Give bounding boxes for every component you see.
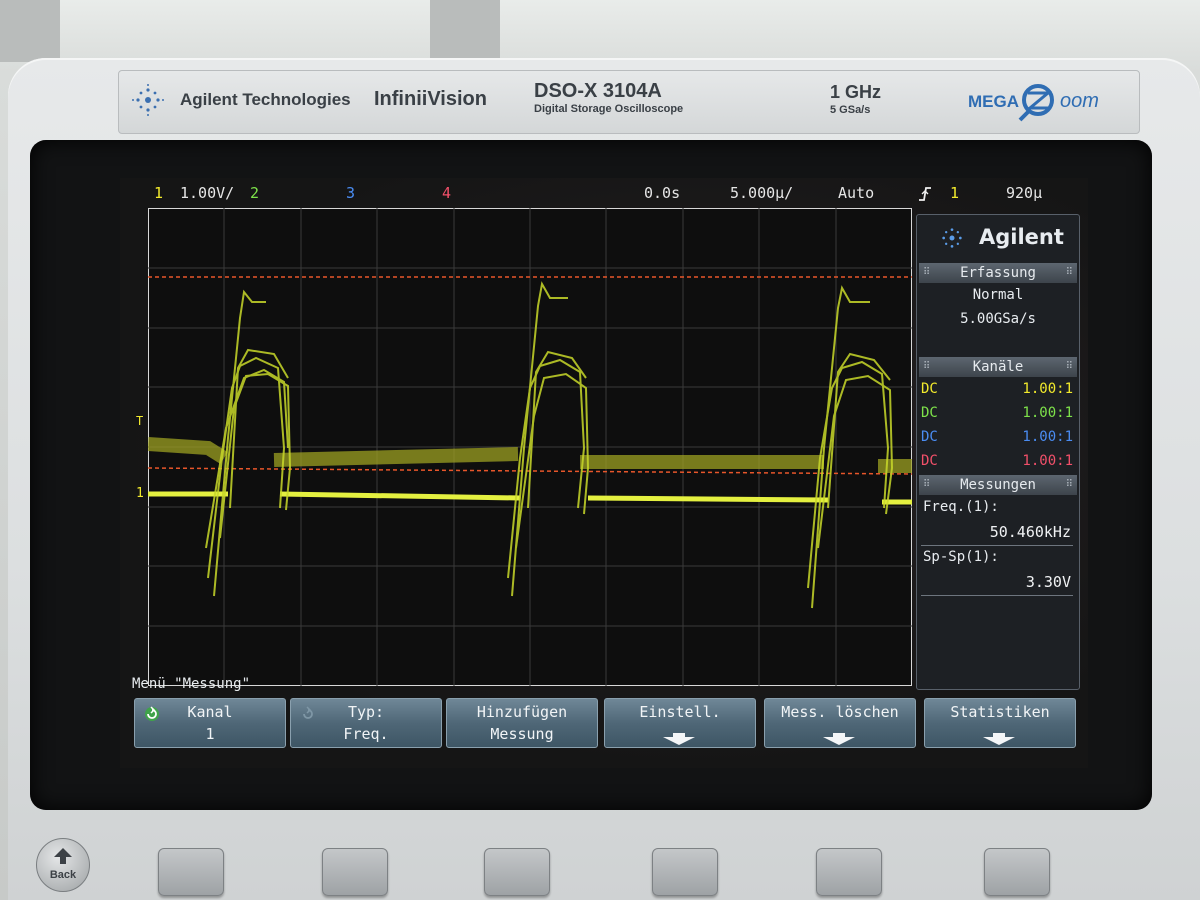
ch2-number[interactable]: 2 xyxy=(250,184,259,202)
trigger-level[interactable]: 920µ xyxy=(1006,184,1042,202)
waveform-graticule xyxy=(148,208,912,686)
megazoom-logo: MEGA oom xyxy=(966,80,1116,124)
ch4-number[interactable]: 4 xyxy=(442,184,451,202)
trigger-level-marker[interactable]: T xyxy=(136,414,143,428)
rising-edge-trigger-icon xyxy=(919,187,931,201)
softkey-einstell[interactable]: Einstell. xyxy=(604,698,756,748)
submenu-arrow-icon xyxy=(663,733,695,745)
softkey-label: Kanal xyxy=(187,703,233,721)
measurements-header[interactable]: ⠿ Messungen ⠿ xyxy=(919,475,1077,495)
softkey-statistiken[interactable]: Statistiken xyxy=(924,698,1076,748)
oscilloscope-display: 1 1.00V/ 2 3 4 0.0s 5.000µ/ Auto 1 920µ xyxy=(120,178,1088,768)
probe-ratio: 1.00:1 xyxy=(1022,429,1073,445)
probe-ratio: 1.00:1 xyxy=(1022,381,1073,397)
channel-row-1[interactable]: DC 1.00:1 xyxy=(921,379,1073,401)
measurement-divider xyxy=(921,595,1073,596)
softkey-mess-loeschen[interactable]: Mess. löschen xyxy=(764,698,916,748)
acquisition-rate: 5.00GSa/s xyxy=(960,311,1036,327)
logo-mega-text: MEGA xyxy=(968,92,1019,111)
hardware-softkey-6[interactable] xyxy=(984,848,1050,896)
drag-handle-icon: ⠿ xyxy=(1065,479,1073,490)
back-button[interactable]: Back xyxy=(36,838,90,892)
model-subtitle: Digital Storage Oscilloscope xyxy=(534,103,684,115)
acquisition-header[interactable]: ⠿ Erfassung ⠿ xyxy=(919,263,1077,283)
up-arrow-icon xyxy=(54,848,72,864)
submenu-arrow-icon xyxy=(823,733,855,745)
channel-row-3[interactable]: DC 1.00:1 xyxy=(921,427,1073,449)
panel-brand: Agilent xyxy=(979,225,1064,249)
softkey-label: Hinzufügen xyxy=(476,703,568,721)
submenu-arrow-icon xyxy=(983,733,1015,745)
hardware-softkey-4[interactable] xyxy=(652,848,718,896)
hardware-softkey-1[interactable] xyxy=(158,848,224,896)
hardware-softkey-2[interactable] xyxy=(322,848,388,896)
ch1-number[interactable]: 1 xyxy=(154,184,163,202)
measurement-label: Freq.(1): xyxy=(923,499,999,515)
series-name: InfiniiVision xyxy=(374,88,487,110)
time-offset[interactable]: 0.0s xyxy=(644,184,680,202)
softkey-label: Einstell. xyxy=(639,703,721,721)
measurements-header-label: Messungen xyxy=(960,477,1036,493)
measurement-value: 3.30V xyxy=(1025,573,1071,591)
bandwidth-label: 1 GHz xyxy=(830,82,882,102)
softkey-value: Messung xyxy=(490,725,554,743)
probe-ratio: 1.00:1 xyxy=(1022,405,1073,421)
window-frame xyxy=(430,0,500,62)
model-name: DSO-X 3104A xyxy=(534,80,662,102)
measurement-value: 50.460kHz xyxy=(989,523,1071,541)
ch1-scale[interactable]: 1.00V/ xyxy=(180,184,234,202)
agilent-spark-icon xyxy=(942,228,962,248)
channel-coupling: DC xyxy=(921,453,938,469)
info-side-panel: Agilent ⠿ Erfassung ⠿ Normal 5.00GSa/s ⠿… xyxy=(916,214,1080,690)
softkey-label: Mess. löschen xyxy=(781,703,899,721)
channel-coupling: DC xyxy=(921,405,938,421)
drag-handle-icon: ⠿ xyxy=(923,267,931,278)
drag-handle-icon: ⠿ xyxy=(1065,361,1073,372)
trigger-source[interactable]: 1 xyxy=(950,184,959,202)
softkey-kanal[interactable]: Kanal 1 xyxy=(134,698,286,748)
channel-row-4[interactable]: DC 1.00:1 xyxy=(921,451,1073,473)
window-frame xyxy=(0,0,60,62)
agilent-spark-icon xyxy=(132,84,164,116)
brand-name: Agilent Technologies xyxy=(180,90,351,109)
softkey-value: Freq. xyxy=(343,725,389,743)
menu-title: Menü "Messung" xyxy=(132,676,251,692)
zoom-lens-icon xyxy=(1018,84,1054,122)
channels-header-label: Kanäle xyxy=(972,359,1024,375)
timebase-scale[interactable]: 5.000µ/ xyxy=(730,184,793,202)
ch3-number[interactable]: 3 xyxy=(346,184,355,202)
measurement-label: Sp-Sp(1): xyxy=(923,549,999,565)
ch1-ground-marker[interactable]: 1 xyxy=(136,486,144,501)
drag-handle-icon: ⠿ xyxy=(1065,267,1073,278)
softkey-label: Statistiken xyxy=(950,703,1050,721)
back-button-label: Back xyxy=(49,869,77,881)
channel-coupling: DC xyxy=(921,381,938,397)
drag-handle-icon: ⠿ xyxy=(923,479,931,490)
softkey-hinzufuegen[interactable]: Hinzufügen Messung xyxy=(446,698,598,748)
hardware-softkey-5[interactable] xyxy=(816,848,882,896)
drag-handle-icon: ⠿ xyxy=(923,361,931,372)
logo-zoom-text: oom xyxy=(1060,90,1099,112)
channels-header[interactable]: ⠿ Kanäle ⠿ xyxy=(919,357,1077,377)
softkey-value: 1 xyxy=(205,725,215,743)
hardware-softkey-3[interactable] xyxy=(484,848,550,896)
trigger-mode[interactable]: Auto xyxy=(838,184,874,202)
acquisition-mode: Normal xyxy=(972,287,1024,303)
sample-rate-label: 5 GSa/s xyxy=(830,104,871,116)
channel-coupling: DC xyxy=(921,429,938,445)
softkey-typ[interactable]: Typ: Freq. xyxy=(290,698,442,748)
acquisition-header-label: Erfassung xyxy=(960,265,1036,281)
probe-ratio: 1.00:1 xyxy=(1022,453,1073,469)
measurement-divider xyxy=(921,545,1073,546)
channel-row-2[interactable]: DC 1.00:1 xyxy=(921,403,1073,425)
softkey-label: Typ: xyxy=(347,703,385,721)
